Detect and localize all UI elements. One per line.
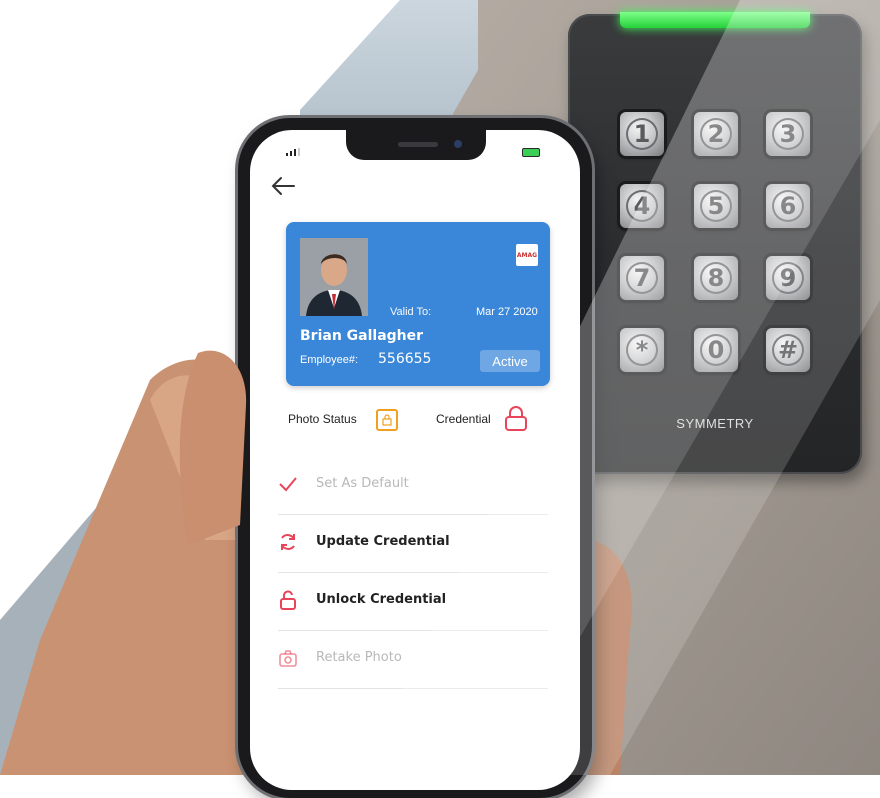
device-brand-label: SYMMETRY	[676, 416, 754, 431]
divider	[278, 572, 548, 573]
signal-icon	[286, 148, 300, 156]
key-hash[interactable]: #	[766, 328, 810, 372]
photo-status-label: Photo Status	[288, 412, 357, 426]
employee-number-label: Employee#:	[300, 354, 359, 366]
status-badge: Active	[480, 350, 540, 372]
divider	[278, 630, 548, 631]
front-camera	[454, 140, 462, 148]
key-1[interactable]: 1	[620, 112, 664, 156]
keypad-reader: 1 2 3 4 5 6 7 8 9 * 0 # SYMMETRY	[568, 12, 862, 474]
divider	[278, 688, 548, 689]
key-3[interactable]: 3	[766, 112, 810, 156]
photo-status-lock-icon	[376, 409, 398, 431]
key-6[interactable]: 6	[766, 184, 810, 228]
menu-label: Set As Default	[316, 476, 409, 491]
back-arrow-icon[interactable]	[270, 174, 298, 198]
key-8[interactable]: 8	[694, 256, 738, 300]
key-2[interactable]: 2	[694, 112, 738, 156]
employee-number: 556655	[378, 351, 432, 367]
unlock-credential-item[interactable]: Unlock Credential	[278, 578, 550, 631]
phone-screen: AMAG Valid To: Mar 27 2020 Brian Gallagh…	[250, 130, 580, 790]
speaker-grille	[398, 142, 438, 147]
valid-to-date: Mar 27 2020	[476, 306, 538, 318]
employee-photo	[300, 238, 368, 316]
unlock-icon	[280, 590, 296, 610]
company-logo: AMAG	[516, 244, 538, 266]
menu-label: Unlock Credential	[316, 592, 447, 607]
key-5[interactable]: 5	[694, 184, 738, 228]
key-4[interactable]: 4	[620, 184, 664, 228]
divider	[278, 514, 548, 515]
key-star[interactable]: *	[620, 328, 664, 372]
check-icon	[279, 477, 297, 492]
credential-card[interactable]: AMAG Valid To: Mar 27 2020 Brian Gallagh…	[286, 222, 550, 386]
refresh-icon	[281, 534, 295, 550]
menu-label: Update Credential	[316, 534, 450, 549]
thumb-illustration	[179, 350, 247, 545]
credential-label: Credential	[436, 412, 491, 426]
employee-name: Brian Gallagher	[300, 328, 424, 344]
key-7[interactable]: 7	[620, 256, 664, 300]
key-0[interactable]: 0	[694, 328, 738, 372]
status-led	[620, 12, 810, 28]
smartphone: AMAG Valid To: Mar 27 2020 Brian Gallagh…	[238, 118, 592, 798]
valid-to-label: Valid To:	[390, 306, 432, 318]
update-credential-item[interactable]: Update Credential	[278, 520, 550, 573]
phone-notch	[346, 130, 486, 160]
menu-label: Retake Photo	[316, 650, 402, 665]
credential-lock-icon	[505, 406, 527, 431]
camera-icon	[279, 650, 297, 667]
battery-icon	[522, 148, 540, 157]
set-as-default-item[interactable]: Set As Default	[278, 462, 550, 515]
retake-photo-item[interactable]: Retake Photo	[278, 636, 550, 689]
key-9[interactable]: 9	[766, 256, 810, 300]
